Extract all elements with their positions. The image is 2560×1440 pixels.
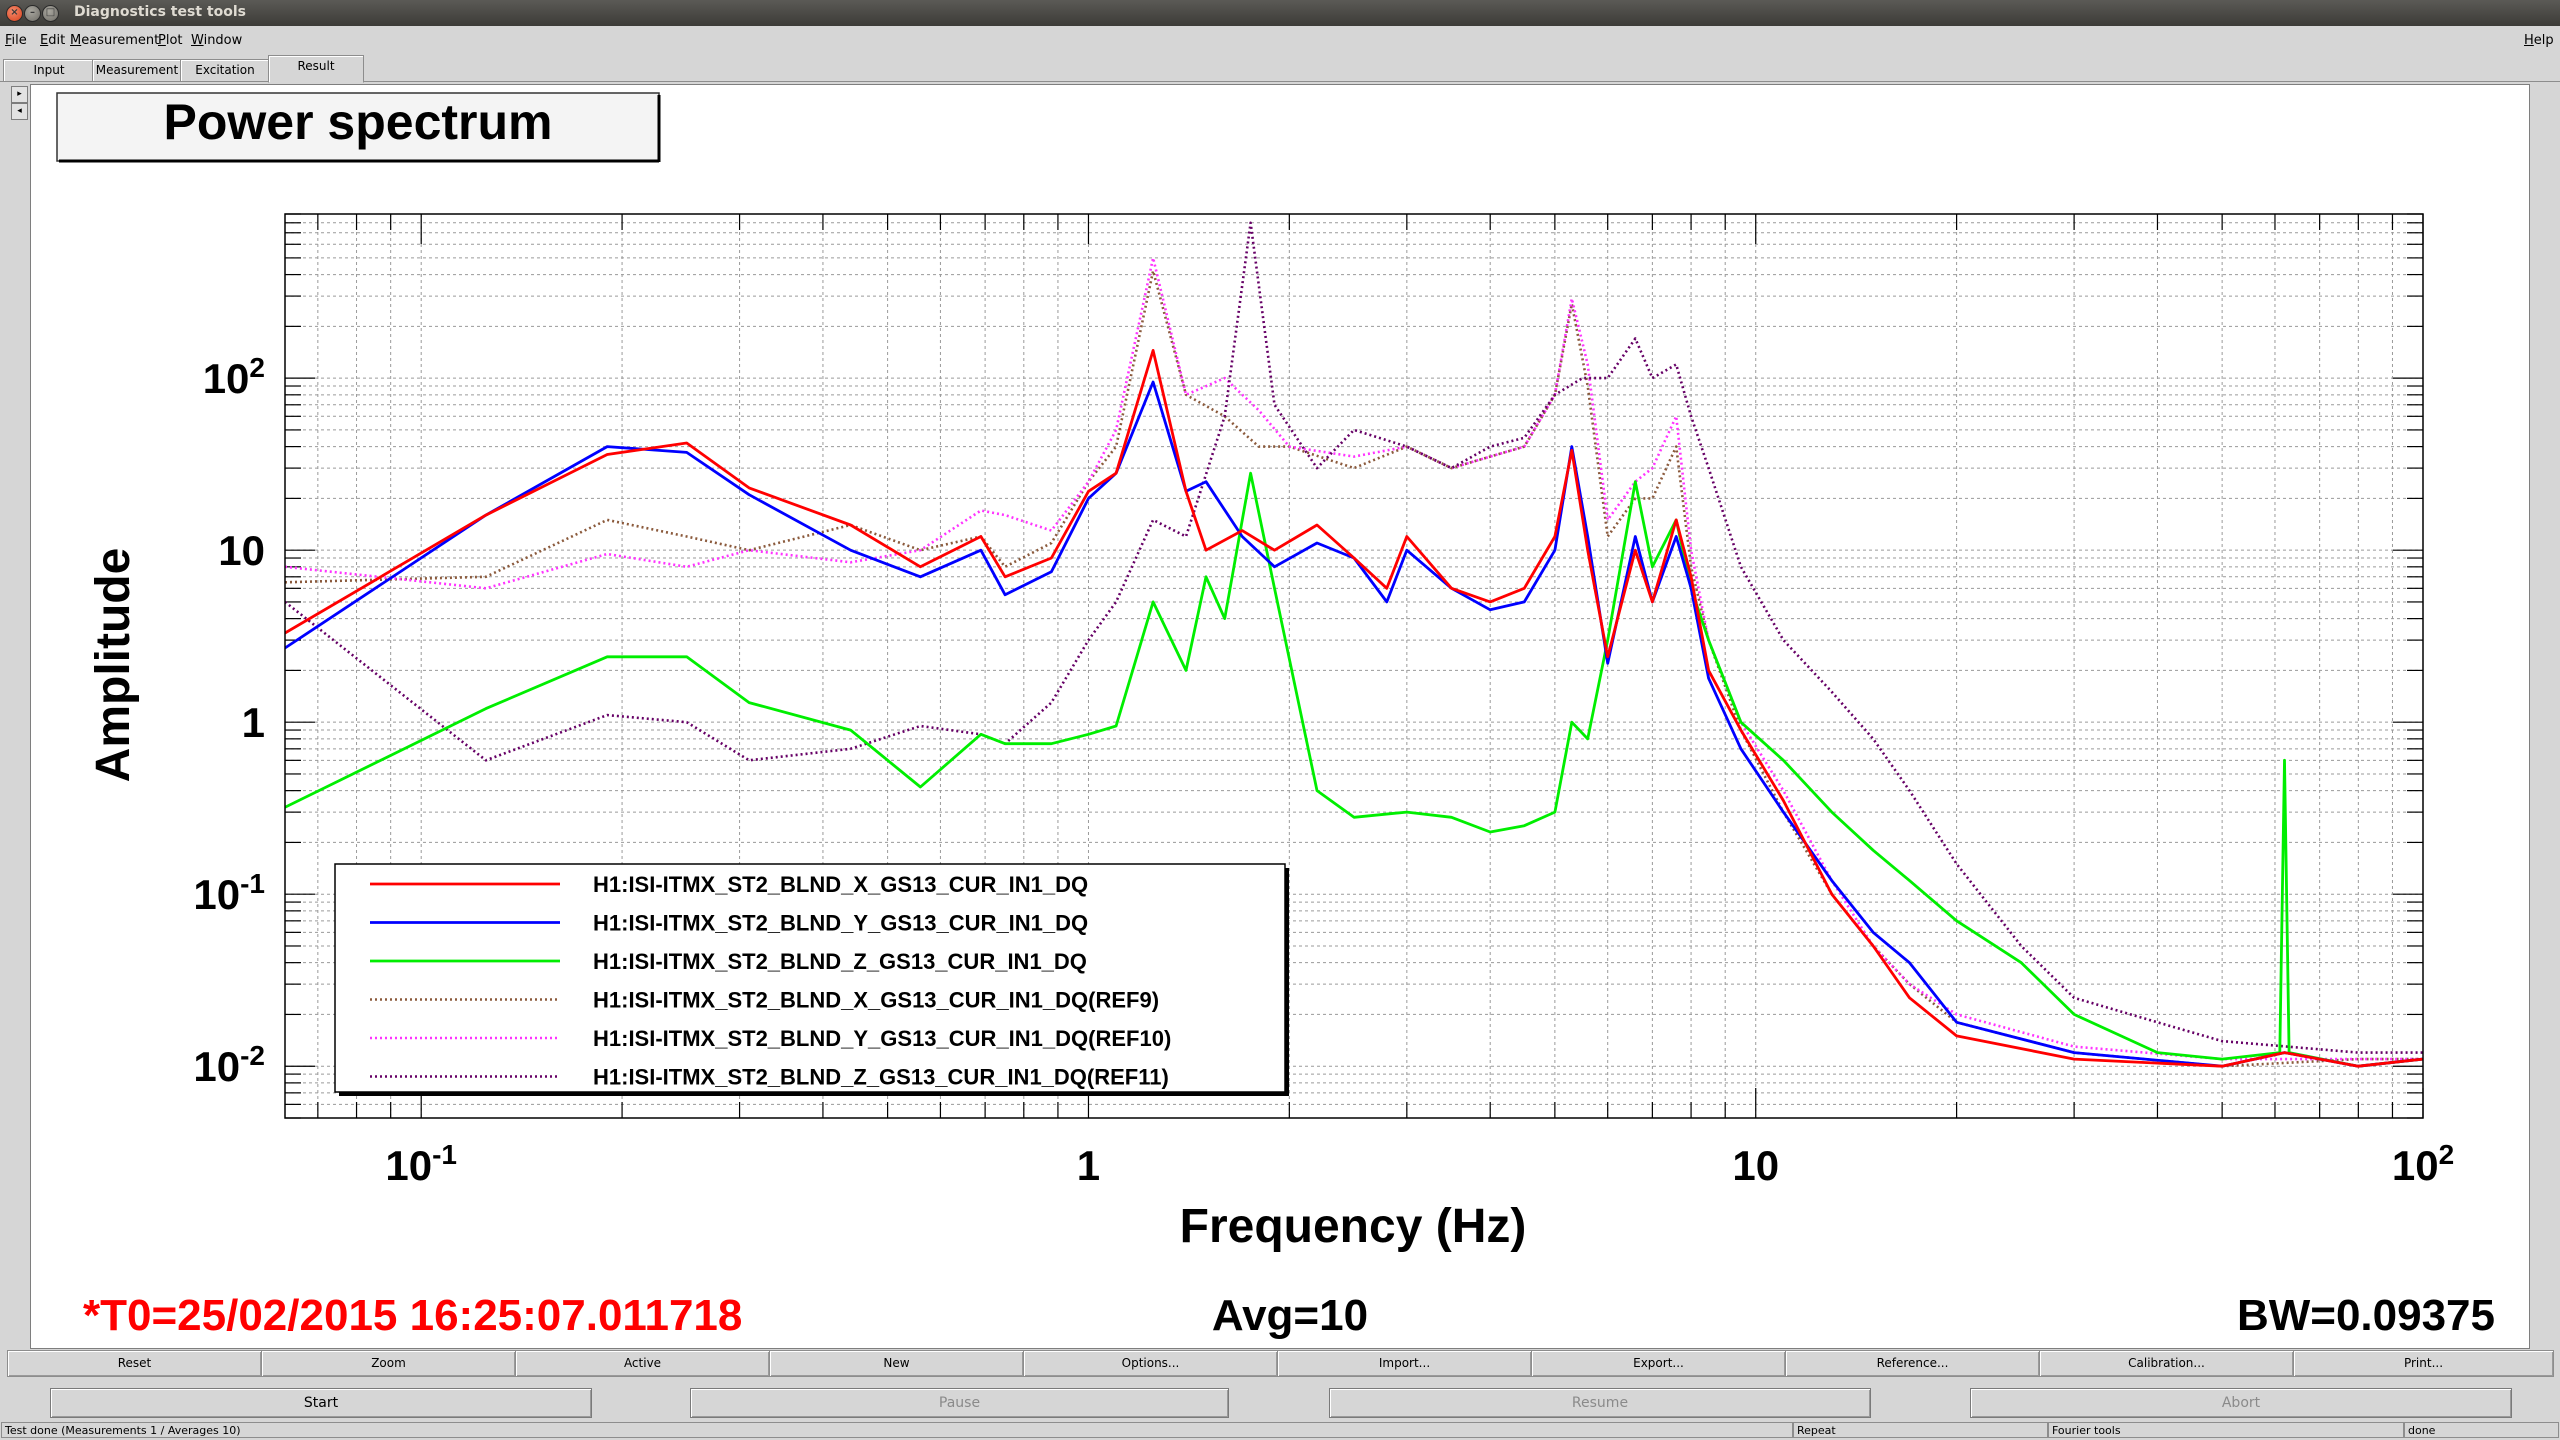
menu-edit[interactable]: Edit <box>40 33 65 48</box>
tab-measurement[interactable]: Measurement <box>92 59 182 81</box>
reset-button[interactable]: Reset <box>7 1350 262 1377</box>
y-tick-label: 1 <box>242 699 265 746</box>
tab-input[interactable]: Input <box>3 59 95 81</box>
scroll-left-arrow-icon[interactable]: ◂ <box>11 103 28 120</box>
tab-excitation[interactable]: Excitation <box>180 59 270 81</box>
legend-label-ref10: H1:ISI-ITMX_ST2_BLND_Y_GS13_CUR_IN1_DQ(R… <box>593 1026 1171 1051</box>
power-spectrum-plot[interactable]: Power spectrum 10-1 1 10 102 102 10 1 10-1 10-2… <box>31 85 2529 1348</box>
menu-bar: File Edit Measurement Plot Window Help <box>0 27 2560 54</box>
minimize-icon: – <box>30 7 35 18</box>
y-tick-label: 10-2 <box>193 1040 265 1090</box>
plot-legend: H1:ISI-ITMX_ST2_BLND_X_GS13_CUR_IN1_DQ H1… <box>334 863 1289 1096</box>
window-minimize-button[interactable]: – <box>24 5 41 22</box>
status-state: done <box>2404 1422 2559 1438</box>
pause-button[interactable]: Pause <box>690 1388 1229 1418</box>
menu-help[interactable]: Help <box>2524 33 2554 48</box>
x-tick-labels: 10-1 1 10 102 <box>385 1139 2454 1189</box>
menu-plot[interactable]: Plot <box>158 33 183 48</box>
y-axis-title: Amplitude <box>87 548 140 783</box>
legend-label-x: H1:ISI-ITMX_ST2_BLND_X_GS13_CUR_IN1_DQ <box>593 872 1088 897</box>
x-tick-label: 10-1 <box>385 1139 457 1189</box>
legend-box <box>334 863 1286 1093</box>
options-button[interactable]: Options... <box>1023 1350 1278 1377</box>
x-tick-label: 102 <box>2392 1139 2454 1189</box>
menu-measurement[interactable]: Measurement <box>70 33 159 48</box>
close-icon: × <box>10 7 19 18</box>
menu-window[interactable]: Window <box>191 33 242 48</box>
status-tools: Fourier tools <box>2048 1422 2404 1438</box>
legend-label-y: H1:ISI-ITMX_ST2_BLND_Y_GS13_CUR_IN1_DQ <box>593 911 1088 936</box>
active-button[interactable]: Active <box>515 1350 770 1377</box>
plot-title: Power spectrum <box>163 94 552 150</box>
zoom-button[interactable]: Zoom <box>261 1350 516 1377</box>
scroll-right-arrow-icon[interactable]: ▸ <box>11 86 28 103</box>
legend-label-ref9: H1:ISI-ITMX_ST2_BLND_X_GS13_CUR_IN1_DQ(R… <box>593 988 1159 1013</box>
export-button[interactable]: Export... <box>1531 1350 1786 1377</box>
legend-label-ref11: H1:ISI-ITMX_ST2_BLND_Z_GS13_CUR_IN1_DQ(R… <box>593 1065 1169 1090</box>
menu-file[interactable]: File <box>5 33 27 48</box>
y-tick-label: 102 <box>203 352 265 402</box>
resume-button[interactable]: Resume <box>1329 1388 1871 1418</box>
x-axis-title: Frequency (Hz) <box>1180 1200 1527 1253</box>
t0-timestamp: *T0=25/02/2015 16:25:07.011718 <box>83 1291 742 1340</box>
status-repeat: Repeat <box>1793 1422 2048 1438</box>
new-button[interactable]: New <box>769 1350 1024 1377</box>
x-tick-label: 10 <box>1732 1142 1779 1189</box>
x-tick-label: 1 <box>1077 1142 1100 1189</box>
status-bar: Test done (Measurements 1 / Averages 10)… <box>0 1421 2560 1440</box>
import-button[interactable]: Import... <box>1277 1350 1532 1377</box>
maximize-icon: □ <box>45 7 56 18</box>
tab-bar: Input Measurement Excitation Result <box>0 55 2560 83</box>
print-button[interactable]: Print... <box>2293 1350 2554 1377</box>
window-title: Diagnostics test tools <box>74 4 246 20</box>
bandwidth-value: BW=0.09375 <box>2237 1291 2495 1340</box>
legend-label-z: H1:ISI-ITMX_ST2_BLND_Z_GS13_CUR_IN1_DQ <box>593 949 1087 974</box>
plot-canvas[interactable]: Power spectrum 10-1 1 10 102 102 10 1 10-1 10-2… <box>30 84 2530 1349</box>
tab-result[interactable]: Result <box>268 55 364 83</box>
calibration-button[interactable]: Calibration... <box>2039 1350 2294 1377</box>
window-maximize-button[interactable]: □ <box>42 5 59 22</box>
window-close-button[interactable]: × <box>6 5 23 22</box>
start-button[interactable]: Start <box>50 1388 592 1418</box>
y-tick-label: 10-1 <box>193 868 265 918</box>
reference-button[interactable]: Reference... <box>1785 1350 2040 1377</box>
status-message: Test done (Measurements 1 / Averages 10) <box>1 1422 1793 1438</box>
y-tick-label: 10 <box>218 527 265 574</box>
y-tick-labels: 102 10 1 10-1 10-2 <box>193 352 265 1090</box>
window-titlebar: × – □ Diagnostics test tools <box>0 0 2560 26</box>
abort-button[interactable]: Abort <box>1970 1388 2512 1418</box>
average-count: Avg=10 <box>1212 1291 1368 1340</box>
